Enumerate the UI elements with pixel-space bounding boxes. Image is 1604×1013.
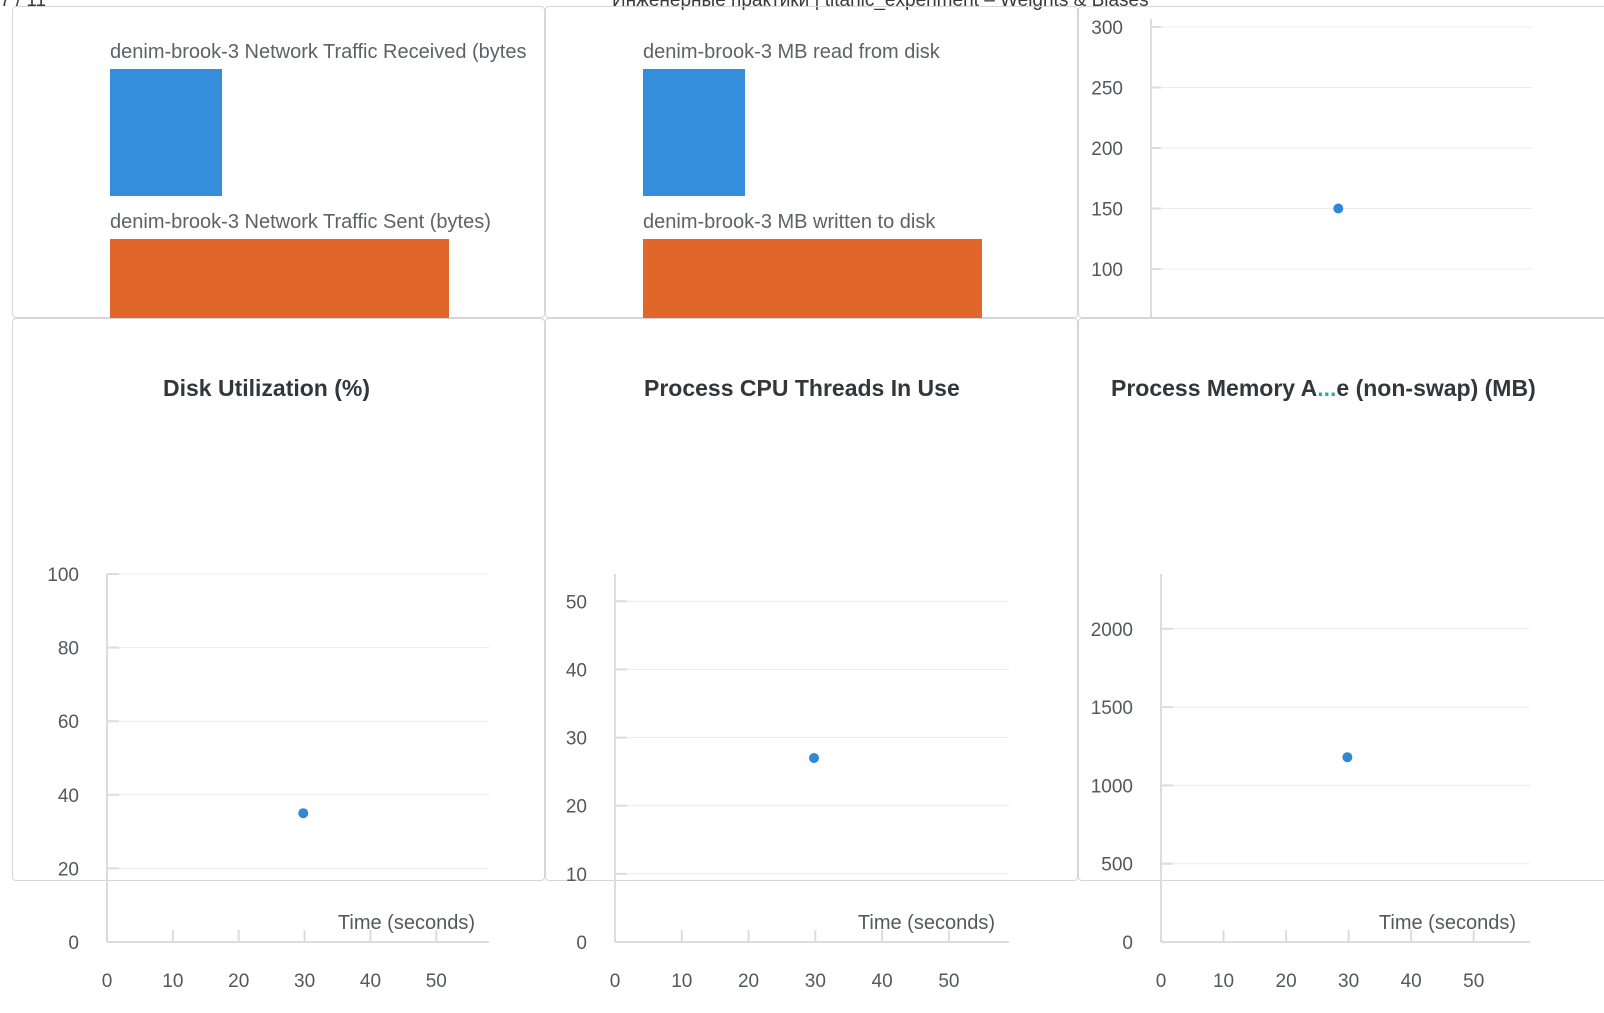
data-point bbox=[1333, 203, 1344, 214]
disk-written-bar[interactable] bbox=[643, 239, 982, 319]
disk-utilization-chart: 0 20 40 60 80 100 0 10 20 30 40 50 Time (seconds) bbox=[47, 565, 489, 992]
y-tick-label: 60 bbox=[58, 712, 79, 733]
y-tick-label: 100 bbox=[47, 565, 79, 586]
x-axis-label: Time (seconds) bbox=[338, 912, 475, 934]
x-tick-label: 10 bbox=[162, 971, 183, 992]
x-tick-label: 50 bbox=[938, 971, 959, 992]
y-tick-label: 150 bbox=[1091, 200, 1123, 221]
x-tick-label: 20 bbox=[228, 971, 249, 992]
memory-title-end: e (non-swap) (MB) bbox=[1336, 375, 1536, 401]
x-tick-label: 30 bbox=[294, 971, 315, 992]
y-tick-label: 0 bbox=[576, 933, 587, 954]
memory-chart: 0 500 1000 1500 2000 0 10 20 30 40 50 Time (seconds… bbox=[1091, 574, 1530, 992]
x-axis-label: Time (seconds) bbox=[1379, 912, 1516, 934]
x-tick-label: 0 bbox=[102, 971, 113, 992]
x-tick-label: 40 bbox=[1401, 971, 1422, 992]
x-tick-label: 40 bbox=[360, 971, 381, 992]
cpu-threads-title: Process CPU Threads In Use bbox=[644, 375, 960, 401]
y-tick-label: 80 bbox=[58, 639, 79, 660]
y-tick-label: 1000 bbox=[1091, 776, 1133, 797]
cpu-threads-chart: 0 10 20 30 40 50 0 10 20 30 40 50 Time (seconds) bbox=[566, 574, 1009, 992]
data-point bbox=[298, 808, 309, 819]
y-tick-label: 100 bbox=[1091, 260, 1123, 281]
top-right-chart: 100 150 200 250 300 bbox=[1091, 18, 1532, 319]
x-tick-label: 30 bbox=[805, 971, 826, 992]
x-tick-label: 10 bbox=[1213, 971, 1234, 992]
data-point bbox=[1342, 752, 1353, 763]
y-tick-label: 20 bbox=[566, 797, 587, 818]
y-tick-label: 300 bbox=[1091, 18, 1123, 39]
x-tick-label: 50 bbox=[426, 971, 447, 992]
x-tick-label: 20 bbox=[738, 971, 759, 992]
network-received-bar[interactable] bbox=[110, 69, 222, 196]
y-tick-label: 0 bbox=[1122, 933, 1133, 954]
disk-read-bar[interactable] bbox=[643, 69, 745, 196]
y-tick-label: 250 bbox=[1091, 79, 1123, 100]
x-tick-label: 20 bbox=[1276, 971, 1297, 992]
disk-written-label: denim-brook-3 MB written to disk bbox=[643, 211, 936, 233]
y-tick-label: 40 bbox=[58, 786, 79, 807]
x-tick-label: 0 bbox=[610, 971, 621, 992]
y-tick-label: 500 bbox=[1101, 855, 1133, 876]
x-tick-label: 40 bbox=[872, 971, 893, 992]
memory-title: Process Memory A...e (non-swap) (MB) bbox=[1111, 375, 1536, 402]
x-tick-label: 0 bbox=[1156, 971, 1167, 992]
x-axis-label: Time (seconds) bbox=[858, 912, 995, 934]
disk-read-label: denim-brook-3 MB read from disk bbox=[643, 41, 940, 63]
memory-title-start: Process Memory A bbox=[1111, 375, 1318, 401]
x-tick-label: 50 bbox=[1463, 971, 1484, 992]
y-tick-label: 20 bbox=[58, 859, 79, 880]
y-tick-label: 40 bbox=[566, 660, 587, 681]
network-sent-bar[interactable] bbox=[110, 239, 449, 319]
network-traffic-panel[interactable]: denim-brook-3 Network Traffic Received (… bbox=[12, 6, 545, 319]
top-right-chart-panel[interactable]: 100 150 200 250 300 bbox=[1078, 6, 1604, 319]
y-tick-label: 200 bbox=[1091, 139, 1123, 160]
y-tick-label: 10 bbox=[566, 865, 587, 886]
disk-utilization-title: Disk Utilization (%) bbox=[163, 375, 371, 401]
x-tick-label: 10 bbox=[671, 971, 692, 992]
data-point bbox=[809, 753, 820, 763]
x-tick-label: 30 bbox=[1338, 971, 1359, 992]
y-tick-label: 0 bbox=[68, 933, 79, 954]
y-tick-label: 2000 bbox=[1091, 620, 1133, 641]
disk-io-panel[interactable]: denim-brook-3 MB read from disk denim-br… bbox=[545, 6, 1078, 319]
y-tick-label: 30 bbox=[566, 729, 587, 750]
network-received-label: denim-brook-3 Network Traffic Received (… bbox=[110, 41, 527, 63]
network-sent-label: denim-brook-3 Network Traffic Sent (byte… bbox=[110, 211, 491, 233]
y-tick-label: 50 bbox=[566, 592, 587, 613]
memory-title-ellipsis: ... bbox=[1317, 375, 1337, 401]
y-tick-label: 1500 bbox=[1091, 698, 1133, 719]
